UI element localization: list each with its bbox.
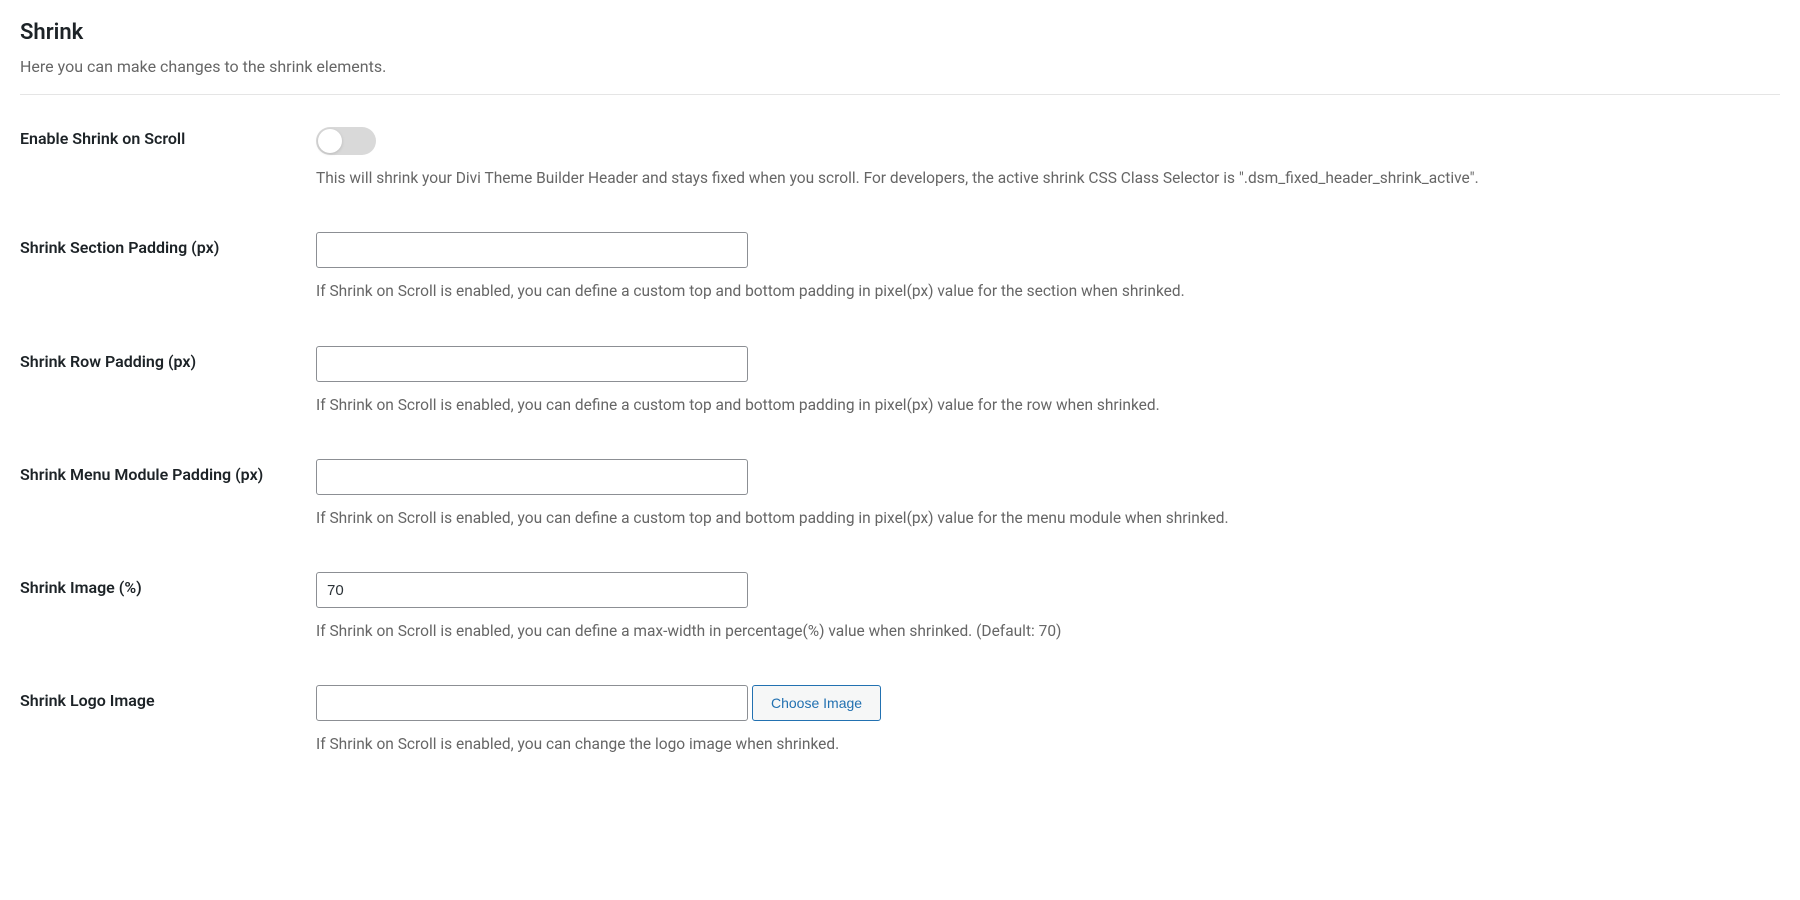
field-row-padding: If Shrink on Scroll is enabled, you can … — [316, 346, 1780, 417]
label-enable-shrink: Enable Shrink on Scroll — [20, 123, 316, 148]
section-description: Here you can make changes to the shrink … — [20, 57, 1780, 76]
field-image-percent: If Shrink on Scroll is enabled, you can … — [316, 572, 1780, 643]
section-divider — [20, 94, 1780, 95]
label-section-padding: Shrink Section Padding (px) — [20, 232, 316, 257]
toggle-enable-shrink[interactable] — [316, 127, 376, 155]
toggle-thumb — [318, 129, 342, 153]
label-row-padding: Shrink Row Padding (px) — [20, 346, 316, 371]
row-menu-padding: Shrink Menu Module Padding (px) If Shrin… — [20, 459, 1780, 530]
section-title: Shrink — [20, 20, 1780, 45]
label-logo-image: Shrink Logo Image — [20, 685, 316, 710]
help-menu-padding: If Shrink on Scroll is enabled, you can … — [316, 507, 1780, 530]
input-logo-image[interactable] — [316, 685, 748, 721]
help-section-padding: If Shrink on Scroll is enabled, you can … — [316, 280, 1780, 303]
input-menu-padding[interactable] — [316, 459, 748, 495]
input-section-padding[interactable] — [316, 232, 748, 268]
row-image-percent: Shrink Image (%) If Shrink on Scroll is … — [20, 572, 1780, 643]
field-section-padding: If Shrink on Scroll is enabled, you can … — [316, 232, 1780, 303]
choose-image-button[interactable]: Choose Image — [752, 685, 881, 721]
label-image-percent: Shrink Image (%) — [20, 572, 316, 597]
field-menu-padding: If Shrink on Scroll is enabled, you can … — [316, 459, 1780, 530]
help-image-percent: If Shrink on Scroll is enabled, you can … — [316, 620, 1780, 643]
help-logo-image: If Shrink on Scroll is enabled, you can … — [316, 733, 1780, 756]
row-section-padding: Shrink Section Padding (px) If Shrink on… — [20, 232, 1780, 303]
input-image-percent[interactable] — [316, 572, 748, 608]
field-logo-image: Choose Image If Shrink on Scroll is enab… — [316, 685, 1780, 756]
help-enable-shrink: This will shrink your Divi Theme Builder… — [316, 167, 1780, 190]
row-enable-shrink: Enable Shrink on Scroll This will shrink… — [20, 123, 1780, 190]
label-menu-padding: Shrink Menu Module Padding (px) — [20, 459, 316, 484]
input-row-padding[interactable] — [316, 346, 748, 382]
help-row-padding: If Shrink on Scroll is enabled, you can … — [316, 394, 1780, 417]
row-logo-image: Shrink Logo Image Choose Image If Shrink… — [20, 685, 1780, 756]
field-enable-shrink: This will shrink your Divi Theme Builder… — [316, 123, 1780, 190]
image-picker: Choose Image — [316, 685, 1780, 721]
row-row-padding: Shrink Row Padding (px) If Shrink on Scr… — [20, 346, 1780, 417]
